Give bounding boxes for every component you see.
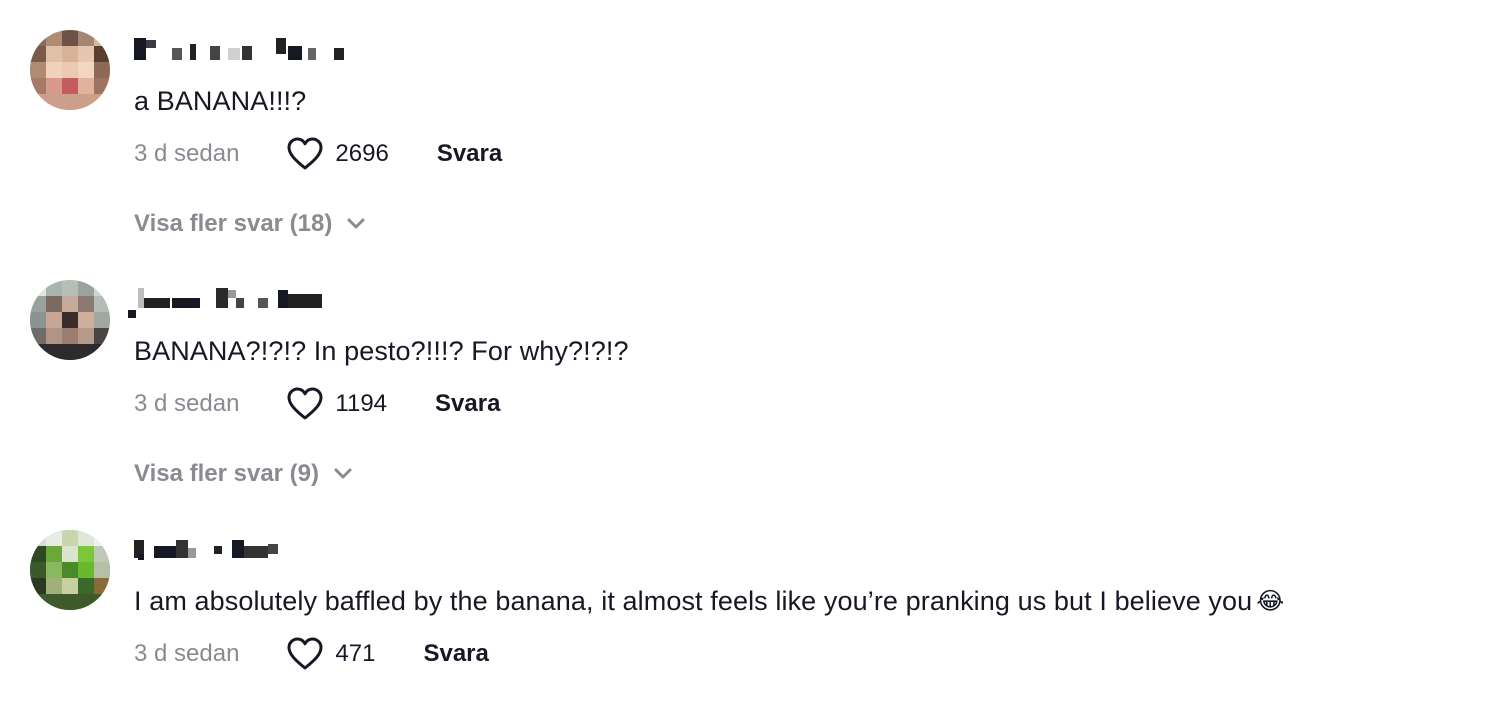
reply-button[interactable]: Svara [423, 640, 488, 668]
avatar[interactable] [30, 30, 110, 110]
like-button[interactable]: 1194 [287, 387, 387, 421]
laughing-tears-icon: 😂 [1256, 588, 1285, 615]
comment-time: 3 d sedan [134, 640, 240, 667]
avatar[interactable] [30, 530, 110, 610]
comment-time: 3 d sedan [134, 140, 240, 167]
comment-text: a BANANA!!!? [134, 86, 307, 116]
view-more-replies-button[interactable]: Visa fler svar (9) [134, 460, 353, 488]
username-redacted[interactable] [128, 534, 358, 574]
username-redacted[interactable] [128, 284, 358, 324]
like-count: 2696 [335, 140, 389, 167]
comment-meta: 3 d sedan 1194 Svara [134, 387, 500, 421]
comment-text-content: I am absolutely baffled by the banana, i… [134, 586, 1253, 616]
comment-meta: 3 d sedan 2696 Svara [134, 137, 502, 171]
like-count: 471 [335, 640, 376, 667]
avatar-image [30, 530, 110, 610]
comment-text: BANANA?!?!? In pesto?!!!? For why?!?!? [134, 336, 629, 366]
like-button[interactable]: 2696 [287, 137, 389, 171]
like-button[interactable]: 471 [287, 637, 375, 671]
comment-time: 3 d sedan [134, 390, 240, 417]
avatar-image [30, 280, 110, 360]
view-more-replies-button[interactable]: Visa fler svar (18) [134, 210, 366, 238]
comment-text: I am absolutely baffled by the banana, i… [134, 584, 1284, 619]
avatar[interactable] [30, 280, 110, 360]
heart-outline-icon [287, 137, 323, 170]
view-more-replies-label: Visa fler svar (18) [134, 210, 333, 237]
chevron-down-icon [347, 218, 365, 229]
heart-outline-icon [287, 387, 323, 420]
heart-outline-icon [287, 637, 323, 670]
avatar-image [30, 30, 110, 110]
like-count: 1194 [335, 390, 388, 417]
username-redacted[interactable] [128, 34, 358, 74]
view-more-replies-label: Visa fler svar (9) [134, 460, 320, 487]
chevron-down-icon [334, 468, 352, 479]
comment-meta: 3 d sedan 471 Svara [134, 637, 489, 671]
reply-button[interactable]: Svara [437, 140, 502, 168]
reply-button[interactable]: Svara [435, 390, 500, 418]
